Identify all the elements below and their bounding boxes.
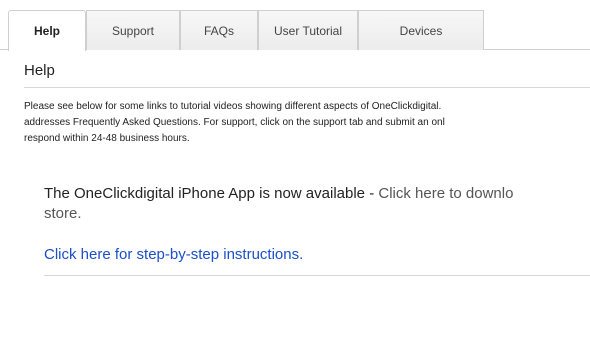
download-app-link-continued[interactable]: store. [44, 204, 82, 224]
tab-support[interactable]: Support [86, 10, 180, 50]
help-intro-text: Please see below for some links to tutor… [24, 99, 590, 147]
tab-faqs[interactable]: FAQs [180, 10, 258, 50]
tab-help[interactable]: Help [8, 10, 86, 51]
page-title: Help [24, 62, 55, 79]
tab-devices[interactable]: Devices [358, 10, 484, 50]
intro-line: Please see below for some links to tutor… [24, 101, 442, 112]
intro-line: addresses Frequently Asked Questions. Fo… [24, 117, 445, 128]
iphone-app-text: The OneClickdigital iPhone App is now av… [44, 185, 379, 202]
title-divider [24, 87, 590, 88]
intro-line: respond within 24-48 business hours. [24, 133, 190, 144]
step-by-step-instructions-link[interactable]: Click here for step-by-step instructions… [44, 245, 303, 265]
section-divider [44, 275, 590, 276]
download-app-link[interactable]: Click here to downlo [378, 185, 513, 202]
tab-user-tutorial[interactable]: User Tutorial [258, 10, 358, 50]
iphone-app-announcement: The OneClickdigital iPhone App is now av… [44, 184, 513, 204]
tab-bar: Help Support FAQs User Tutorial Devices [0, 10, 590, 51]
